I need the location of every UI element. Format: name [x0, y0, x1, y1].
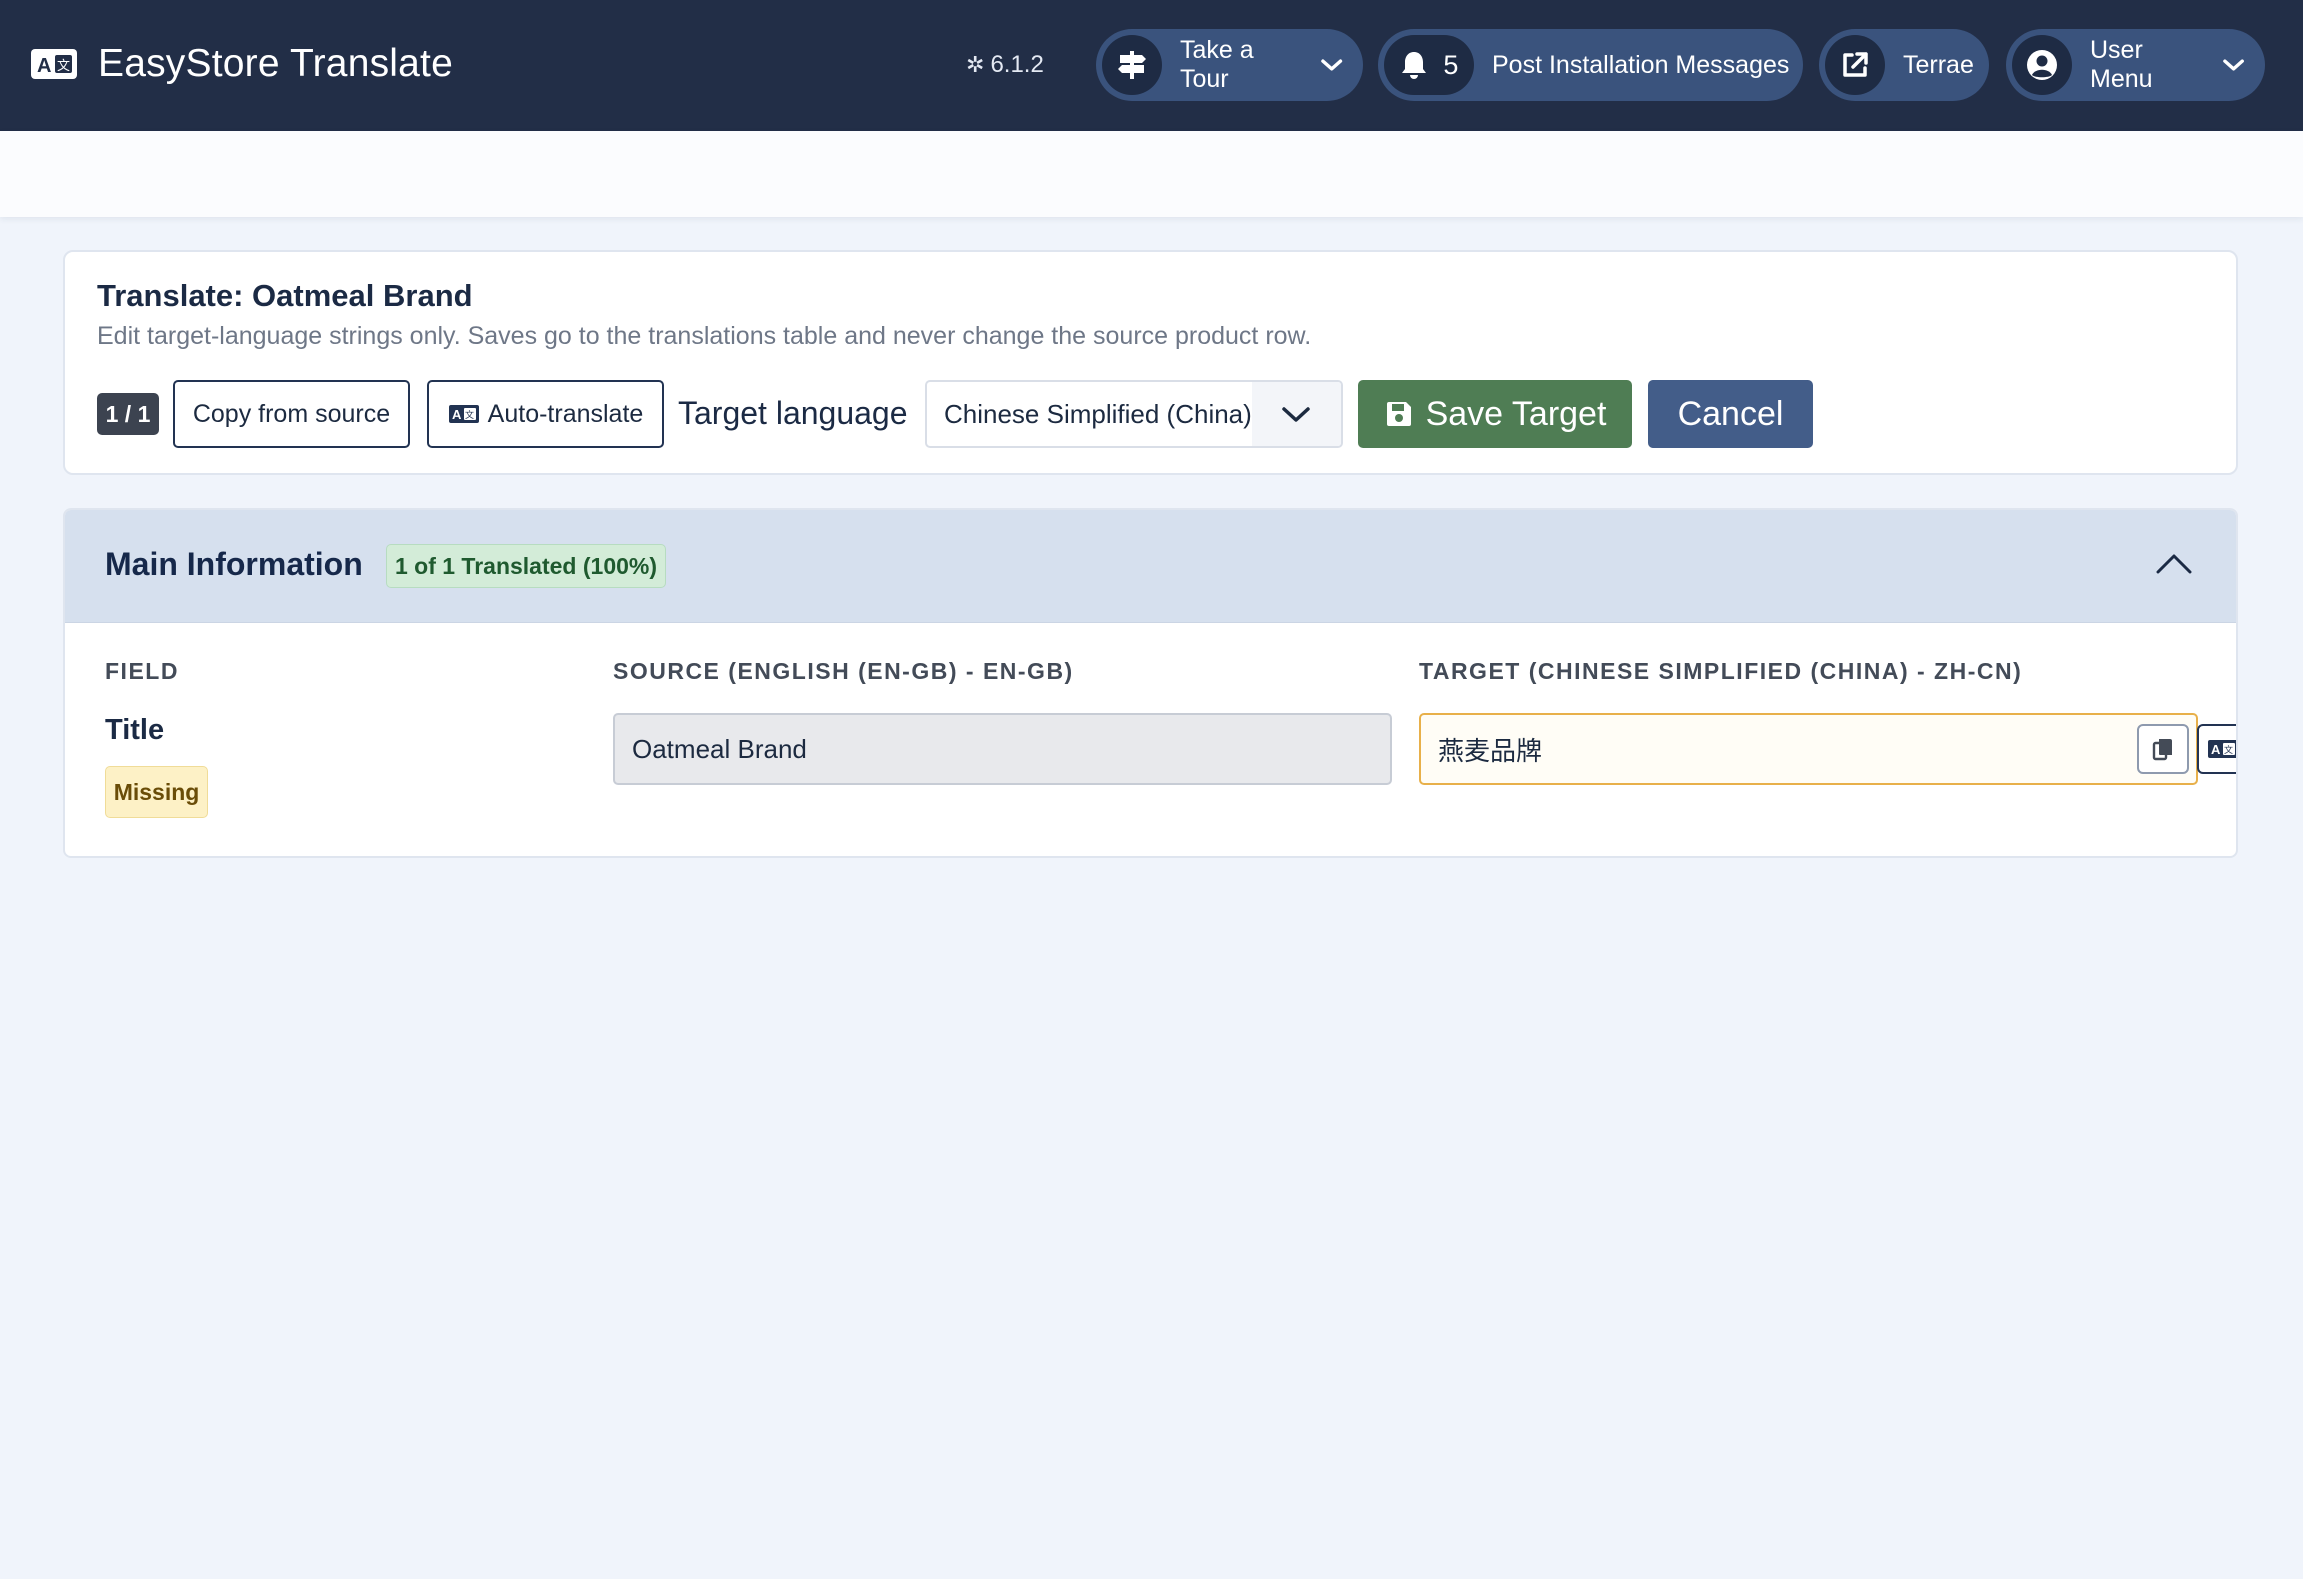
- target-language-label: Target language: [678, 395, 908, 431]
- column-header-target: TARGET (CHINESE SIMPLIFIED (CHINA) - ZH-…: [1419, 658, 2023, 684]
- target-language-select[interactable]: Chinese Simplified (China): [925, 380, 1343, 448]
- source-value-field: Oatmeal Brand: [613, 713, 1392, 785]
- brand[interactable]: A 文 EasyStore Translate: [30, 36, 453, 92]
- messages-count-circle: 5: [1384, 35, 1474, 95]
- tour-label: Take a Tour: [1180, 36, 1254, 93]
- version-number: 6.1.2: [990, 51, 1044, 78]
- subheader-toolbar: [0, 131, 2303, 217]
- translation-progress-badge: 1 of 1 Translated (100%): [386, 544, 666, 588]
- save-target-label: Save Target: [1425, 394, 1607, 433]
- cancel-label: Cancel: [1677, 394, 1784, 433]
- copy-from-source-button[interactable]: Copy from source: [173, 380, 410, 448]
- translate-icon: A 文: [31, 49, 77, 79]
- svg-text:文: 文: [2224, 744, 2233, 756]
- cancel-button[interactable]: Cancel: [1648, 380, 1813, 448]
- section-title: Main Information: [105, 546, 363, 582]
- auto-translate-field-button[interactable]: A 文: [2197, 724, 2236, 774]
- site-link-button[interactable]: Terrae: [1819, 29, 1989, 101]
- version-info: ✲ 6.1.2: [966, 48, 1044, 82]
- site-label: Terrae: [1903, 50, 1974, 79]
- svg-text:A: A: [452, 407, 462, 422]
- section-header[interactable]: Main Information 1 of 1 Translated (100%…: [65, 510, 2236, 623]
- top-header: A 文 EasyStore Translate ✲ 6.1.2 Take a T…: [0, 0, 2303, 131]
- translate-card: Translate: Oatmeal Brand Edit target-lan…: [63, 250, 2238, 475]
- target-value: 燕麦品牌: [1438, 735, 1543, 766]
- joomla-icon: ✲: [966, 52, 985, 77]
- translate-icon: A 文: [2208, 740, 2236, 758]
- main-information-section: Main Information 1 of 1 Translated (100%…: [63, 508, 2238, 858]
- column-header-field: FIELD: [105, 658, 179, 684]
- post-installation-messages-button[interactable]: 5 Post Installation Messages: [1378, 29, 1803, 101]
- signpost-icon: [1102, 35, 1162, 95]
- copy-from-source-label: Copy from source: [192, 399, 391, 428]
- floppy-disk-icon: [1386, 402, 1411, 426]
- target-value-input[interactable]: 燕麦品牌 A 文: [1419, 713, 2236, 785]
- translate-toolbar: 1 / 1 Copy from source A 文 Auto-translat…: [97, 380, 2217, 448]
- copy-source-to-field-button[interactable]: [2137, 724, 2189, 774]
- bell-icon: [1401, 52, 1426, 79]
- take-a-tour-button[interactable]: Take a Tour: [1096, 29, 1363, 101]
- svg-text:A: A: [37, 55, 51, 77]
- messages-count: 5: [1443, 49, 1459, 80]
- app-title: EasyStore Translate: [98, 42, 453, 85]
- column-header-source: SOURCE (ENGLISH (EN-GB) - EN-GB): [613, 658, 1074, 684]
- target-language-value: Chinese Simplified (China): [944, 398, 1252, 429]
- svg-text:文: 文: [465, 409, 474, 421]
- page-description: Edit target-language strings only. Saves…: [97, 322, 1312, 350]
- chevron-down-icon: [1251, 382, 1341, 446]
- svg-text:文: 文: [57, 59, 70, 74]
- item-counter-badge: 1 / 1: [97, 393, 159, 435]
- translate-icon: A 文: [448, 405, 479, 423]
- messages-label: Post Installation Messages: [1492, 50, 1790, 79]
- page-title: Translate: Oatmeal Brand: [97, 278, 473, 313]
- user-menu-button[interactable]: User Menu: [2006, 29, 2265, 101]
- chevron-down-icon: [1320, 59, 1342, 71]
- external-link-icon: [1825, 35, 1885, 95]
- status-badge: Missing: [105, 766, 208, 818]
- save-target-button[interactable]: Save Target: [1358, 380, 1632, 448]
- svg-text:A: A: [2211, 742, 2221, 757]
- user-circle-icon: [2012, 35, 2072, 95]
- chevron-down-icon: [2223, 59, 2244, 71]
- field-name: Title: [105, 714, 165, 746]
- auto-translate-label: Auto-translate: [487, 399, 644, 428]
- copy-icon: [2152, 739, 2172, 761]
- auto-translate-button[interactable]: A 文 Auto-translate: [427, 380, 664, 448]
- source-value: Oatmeal Brand: [632, 733, 807, 764]
- chevron-up-icon[interactable]: [2155, 550, 2193, 576]
- user-label: User Menu: [2090, 36, 2153, 93]
